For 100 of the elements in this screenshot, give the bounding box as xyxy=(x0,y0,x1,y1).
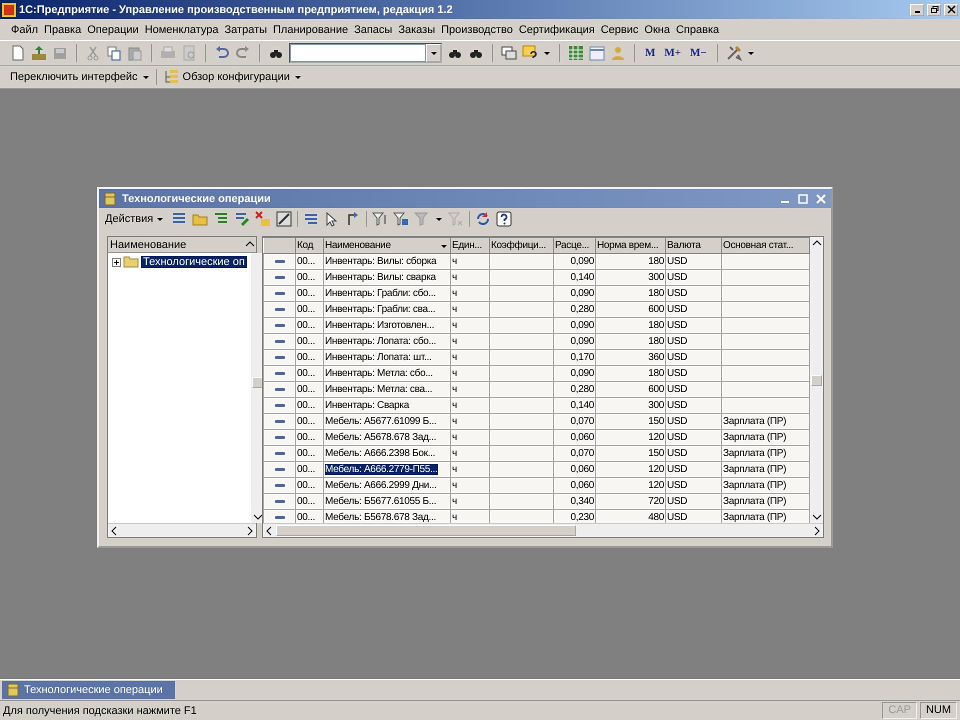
item-marker-icon xyxy=(274,387,284,392)
maximize-button[interactable] xyxy=(796,194,810,204)
table-cell: 00... xyxy=(297,512,315,523)
table-cell: 0,060 xyxy=(570,480,594,491)
book-icon xyxy=(5,682,21,698)
caret-icon[interactable] xyxy=(294,74,302,80)
table-cell: 180 xyxy=(648,320,664,331)
menu-item[interactable]: Окна xyxy=(641,22,673,38)
refresh-icon[interactable] xyxy=(475,211,492,227)
horizontal-scrollbar[interactable] xyxy=(108,523,256,537)
table-cell: 0,090 xyxy=(570,368,594,379)
menu-item[interactable]: Сертификация xyxy=(516,22,598,38)
table-cell: ч xyxy=(452,480,457,491)
close-button[interactable] xyxy=(944,4,958,16)
menu-item[interactable]: Правка xyxy=(41,22,84,38)
table-icon[interactable] xyxy=(568,45,584,61)
windows-icon[interactable] xyxy=(501,45,517,61)
caret-icon[interactable] xyxy=(142,74,150,80)
caret-icon[interactable] xyxy=(543,50,551,56)
scrollbar-thumb[interactable] xyxy=(276,525,576,536)
actions-button[interactable]: Действия xyxy=(103,213,166,225)
table-cell: Инвентарь: Грабли: сбо... xyxy=(325,288,436,299)
table-cell: USD xyxy=(667,352,688,363)
scrollbar-thumb[interactable] xyxy=(252,376,263,388)
horizontal-scrollbar[interactable] xyxy=(263,523,823,537)
table-cell: 180 xyxy=(648,256,664,267)
caret-icon[interactable] xyxy=(156,216,164,222)
menu-item[interactable]: Запасы xyxy=(351,22,396,38)
edit-mode-icon[interactable] xyxy=(276,211,292,227)
table-cell: Зарплата (ПР) xyxy=(723,448,786,459)
table-cell: USD xyxy=(667,288,688,299)
app-logo-icon xyxy=(2,2,16,16)
table-cell: USD xyxy=(667,304,688,315)
menu-item[interactable]: Производство xyxy=(438,22,516,38)
configuration-overview-button[interactable]: Обзор конфигурации xyxy=(182,71,290,83)
table-cell: ч xyxy=(452,288,457,299)
status-hint: Для получения подсказки нажмите F1 xyxy=(3,704,198,716)
upload-icon[interactable] xyxy=(31,45,47,61)
menu-item[interactable]: Файл xyxy=(8,22,42,38)
vertical-scrollbar[interactable] xyxy=(810,237,823,523)
table-cell: 150 xyxy=(648,448,664,459)
table-cell: USD xyxy=(667,448,688,459)
table-cell: 00... xyxy=(297,400,315,411)
dropdown-caret-icon[interactable] xyxy=(430,50,438,56)
new-document-icon[interactable] xyxy=(10,45,26,61)
minimize-button[interactable] xyxy=(910,4,924,16)
restore-button[interactable] xyxy=(927,4,941,16)
menu-item[interactable]: Операции xyxy=(84,22,142,38)
scrollbar-thumb[interactable] xyxy=(811,374,822,386)
tree-item[interactable]: Технологические оп xyxy=(141,256,247,268)
item-marker-icon xyxy=(274,515,284,520)
caret-icon[interactable] xyxy=(435,216,444,222)
menu-item[interactable]: Сервис xyxy=(598,22,642,38)
taskbar-button[interactable]: Технологические операции xyxy=(2,681,175,699)
caret-icon[interactable] xyxy=(746,50,755,56)
memory-button[interactable]: M xyxy=(643,47,658,59)
table-cell: 00... xyxy=(297,256,315,267)
table-cell: 0,090 xyxy=(570,288,594,299)
search-combo[interactable] xyxy=(289,43,442,63)
tools-icon[interactable] xyxy=(726,45,742,61)
table-cell: 600 xyxy=(648,304,664,315)
calendar-icon[interactable] xyxy=(589,45,605,61)
filter-value-icon[interactable] xyxy=(393,211,410,227)
edit-icon[interactable] xyxy=(234,211,250,227)
expand-icon[interactable] xyxy=(112,258,121,266)
table-cell: Зарплата (ПР) xyxy=(723,432,786,443)
child-window-title: Технологические операции xyxy=(122,192,272,204)
table-cell: ч xyxy=(452,496,457,507)
table-cell: ч xyxy=(452,320,457,331)
close-icon xyxy=(946,5,956,14)
minimize-icon xyxy=(780,201,790,203)
help-icon[interactable] xyxy=(496,211,512,227)
table-cell: 360 xyxy=(648,352,664,363)
menu-item[interactable]: Планирование xyxy=(270,22,352,38)
copy-icon[interactable] xyxy=(106,45,122,61)
undo-icon[interactable] xyxy=(214,45,230,61)
memory-button[interactable]: M− xyxy=(688,47,709,59)
table-cell: 00... xyxy=(297,272,315,283)
table-cell: 120 xyxy=(648,432,664,443)
item-marker-icon xyxy=(274,419,284,424)
help-icon[interactable] xyxy=(522,45,538,61)
switch-interface-button[interactable]: Переключить интерфейс xyxy=(10,71,138,83)
sort-caret-icon[interactable] xyxy=(440,243,448,249)
item-marker-icon xyxy=(274,275,284,280)
table-cell: 180 xyxy=(648,288,664,299)
menu-item[interactable]: Затраты xyxy=(222,22,270,38)
table-cell: USD xyxy=(667,368,688,379)
item-marker-icon xyxy=(274,355,284,360)
delete-icon[interactable] xyxy=(255,211,272,227)
menu-item[interactable]: Номенклатура xyxy=(142,22,222,38)
menu-item[interactable]: Справка xyxy=(672,22,722,38)
tree-icon[interactable] xyxy=(162,69,179,85)
memory-button[interactable]: M+ xyxy=(662,47,684,59)
vertical-scrollbar[interactable] xyxy=(250,253,264,523)
menu-item[interactable]: Заказы xyxy=(395,22,438,38)
table-cell: Инвентарь: Грабли: сва... xyxy=(325,304,436,315)
table-cell: ч xyxy=(452,432,457,443)
table-cell: ч xyxy=(452,448,457,459)
table-cell: 0,140 xyxy=(570,400,594,411)
filter-icon[interactable] xyxy=(372,211,388,227)
